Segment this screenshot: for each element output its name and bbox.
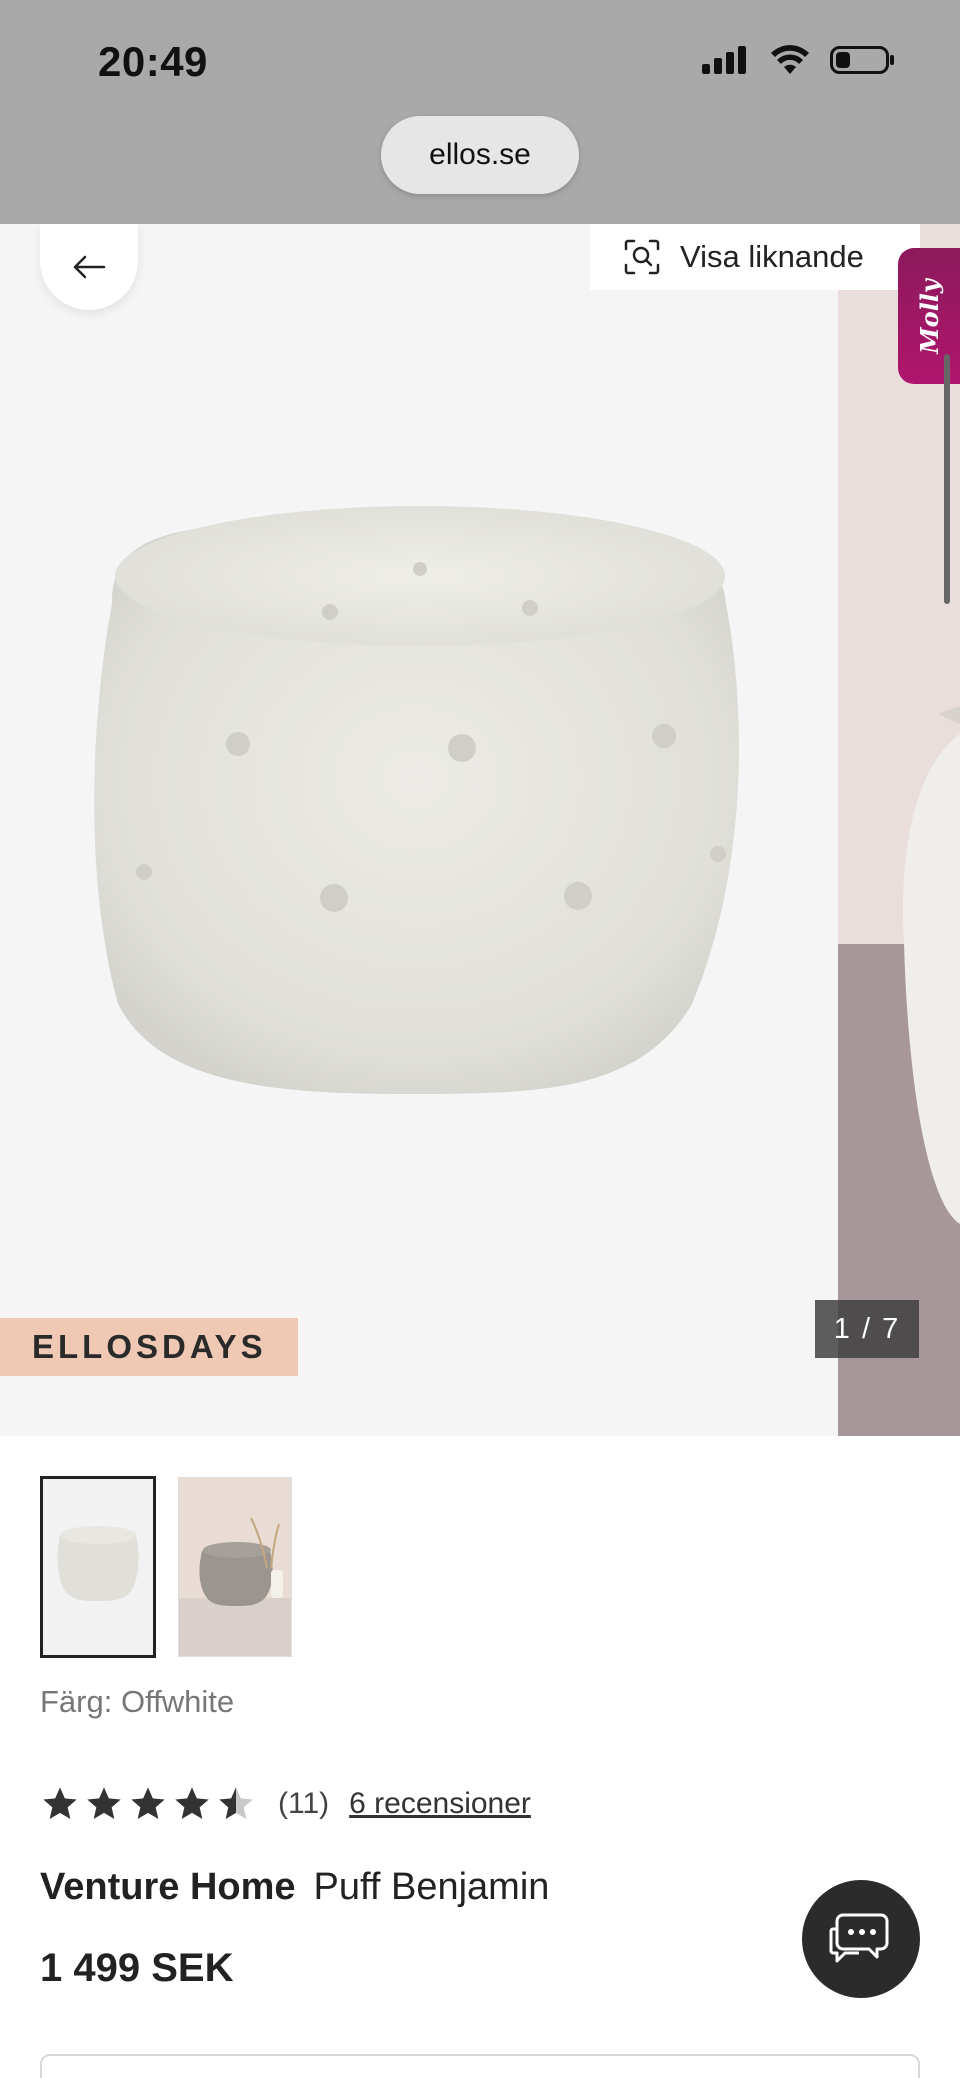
star-half-icon [219,1787,253,1819]
thumbnail-2[interactable] [178,1477,292,1657]
status-icons [702,44,896,76]
visual-search-icon [624,239,660,275]
rating-stars [40,1784,256,1824]
molly-label: Molly [914,278,944,354]
product-title: Venture Home Puff Benjamin [40,1866,549,1909]
thumbnail-1[interactable] [40,1476,156,1658]
molly-assistant-tab[interactable]: Molly [898,248,960,384]
wifi-icon [771,45,809,74]
thumbnail-pouf-room-image [179,1478,291,1656]
arrow-left-icon [73,255,106,279]
pouf-illustration [94,506,739,1094]
size-select-box[interactable] [40,2054,920,2078]
reviews-link[interactable]: 6 recensioner [349,1787,531,1821]
color-label: Färg: Offwhite [40,1684,235,1719]
thumbnail-pouf-image [43,1479,153,1655]
rating-count: (11) [278,1787,330,1820]
star-filled-icon [175,1787,209,1819]
cellular-signal-icon [702,46,746,74]
product-image-carousel[interactable]: Visa liknande Molly ELLOSDAYS 1 / 7 [0,224,960,1436]
product-name: Puff Benjamin [313,1866,550,1908]
chat-button[interactable] [802,1880,920,1998]
star-filled-icon [43,1787,77,1819]
url-bar[interactable]: ellos.se [381,116,579,194]
star-filled-icon [87,1787,121,1819]
pouf-peek-illustration [838,224,960,1436]
battery-icon [830,46,894,74]
rating-row: (11) 6 recensioner [40,1784,531,1824]
status-bar: 20:49 ellos.se [0,0,960,224]
status-time: 20:49 [98,38,208,85]
chat-bubbles-icon [829,1913,889,1963]
image-thumbnails [40,1476,292,1658]
visa-liknande-label: Visa liknande [680,239,864,274]
image-counter: 1 / 7 [815,1300,919,1358]
product-image-next-peek[interactable] [838,224,960,1436]
product-image-main[interactable] [0,224,838,1436]
campaign-badge: ELLOSDAYS [0,1318,298,1376]
visa-liknande-button[interactable]: Visa liknande [590,224,920,290]
star-filled-icon [131,1787,165,1819]
scrollbar-thumb[interactable] [944,354,950,604]
product-price: 1 499 SEK [40,1946,234,1990]
product-brand[interactable]: Venture Home [40,1866,296,1908]
